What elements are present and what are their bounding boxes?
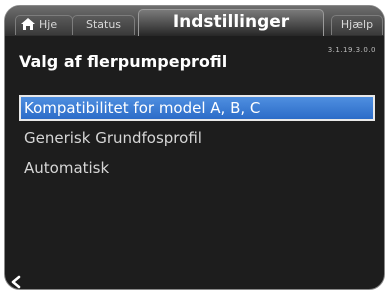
- list-item[interactable]: Kompatibilitet for model A, B, C: [19, 95, 375, 121]
- page-title: Valg af flerpumpeprofil: [19, 52, 228, 71]
- tab-settings[interactable]: Indstillinger: [138, 9, 324, 36]
- chevron-left-icon[interactable]: [9, 275, 23, 289]
- list-item[interactable]: Generisk Grundfosprofil: [19, 125, 375, 151]
- menu-id: 3.1.19.3.0.0: [327, 46, 376, 54]
- tab-home-label: Hje: [39, 18, 58, 31]
- list-item[interactable]: Automatisk: [19, 155, 375, 181]
- display-screen: Hje Status Indstillinger Hjælp 3.1.19.3.…: [4, 5, 385, 290]
- tab-bar: Hje Status Indstillinger Hjælp: [5, 6, 384, 36]
- home-icon: [21, 18, 35, 30]
- device-bezel: Hje Status Indstillinger Hjælp 3.1.19.3.…: [0, 0, 390, 295]
- tab-status[interactable]: Status: [72, 15, 135, 35]
- tab-home[interactable]: Hje: [15, 15, 73, 35]
- tab-help[interactable]: Hjælp: [331, 15, 383, 35]
- option-list: Kompatibilitet for model A, B, C Generis…: [19, 95, 375, 185]
